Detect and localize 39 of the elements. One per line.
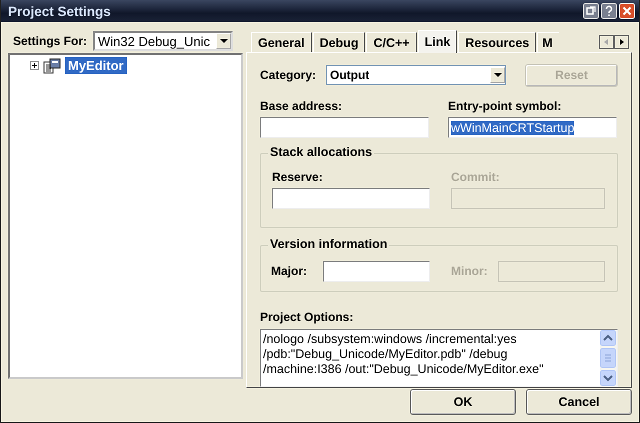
project-icon <box>43 58 61 74</box>
tab-scroll-control[interactable] <box>599 35 629 49</box>
help-icon[interactable] <box>601 3 617 19</box>
input-field[interactable] <box>260 117 429 138</box>
input-field[interactable] <box>272 188 430 209</box>
scrollbar[interactable] <box>600 330 617 386</box>
tab[interactable]: General <box>251 32 312 52</box>
field-label: Entry-point symbol: <box>448 99 562 113</box>
tree-item[interactable]: MyEditor <box>65 57 127 74</box>
field-label: Minor: <box>451 264 489 278</box>
options-text-area[interactable]: /nologo /subsystem:windows /incremental:yes /pdb:"Debug_Unicode/MyEditor.pdb" /debug /machine:I386 /out:"Debug_Unicode/MyEditor.exe" <box>260 329 618 387</box>
options-text: /nologo /subsystem:windows /incremental:yes /pdb:"Debug_Unicode/MyEditor.pdb" /debug /machine:I386 /out:"Debug_Unicode/MyEditor.exe" <box>262 331 545 378</box>
field-label: Major: <box>271 264 308 278</box>
field-label: Category: <box>260 68 318 82</box>
expand-icon[interactable] <box>30 61 39 70</box>
field-label: Settings For: <box>13 34 87 48</box>
tab[interactable]: Link <box>418 30 458 53</box>
dialog-button[interactable]: OK <box>410 389 516 415</box>
tab[interactable]: M <box>537 32 560 52</box>
settings-dropdown[interactable]: Win32 Debug_Unic <box>93 31 233 51</box>
restore-icon[interactable] <box>583 3 599 19</box>
dialog-button[interactable]: Cancel <box>526 389 632 415</box>
close-icon[interactable] <box>619 3 635 19</box>
group-title: Stack allocations <box>268 145 374 159</box>
field-label: Commit: <box>451 170 501 184</box>
scroll-down-icon[interactable] <box>600 370 616 386</box>
field-label: Project Options: <box>260 310 354 324</box>
field-label: Base address: <box>260 99 344 113</box>
group-title: Version information <box>268 236 390 251</box>
field-label: Reserve: <box>272 170 324 184</box>
scroll-thumb[interactable] <box>600 348 616 368</box>
tab[interactable]: Resources <box>458 32 536 52</box>
input-field[interactable]: wWinMainCRTStartup <box>448 117 617 138</box>
scroll-up-icon[interactable] <box>600 330 616 346</box>
tab[interactable]: C/C++ <box>366 32 417 52</box>
category-dropdown[interactable]: Output <box>326 65 506 85</box>
tab[interactable]: Debug <box>312 32 366 52</box>
input-field[interactable] <box>323 260 430 282</box>
window-title: Project Settings <box>8 4 111 18</box>
